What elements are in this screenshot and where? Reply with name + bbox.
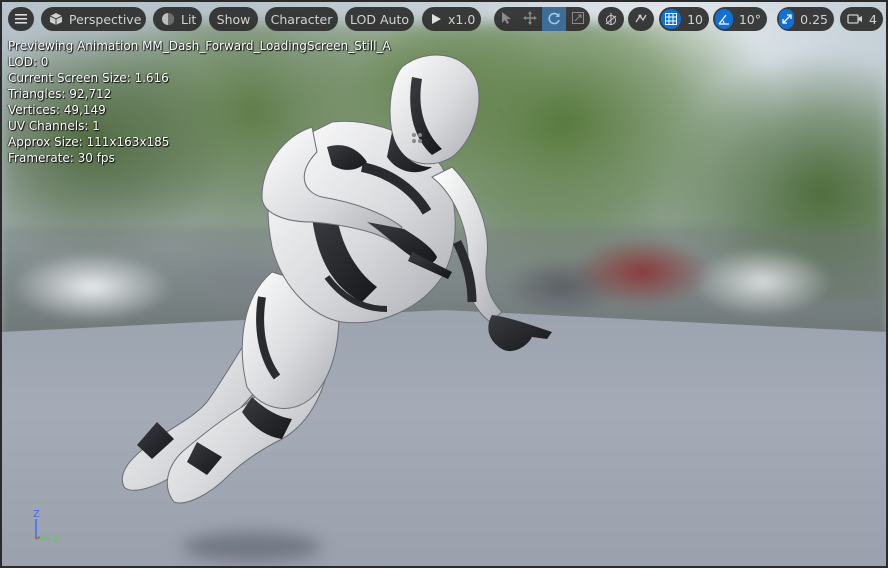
- scale-snap-value: 0.25: [800, 11, 828, 27]
- play-speed-label: x1.0: [448, 11, 476, 27]
- lod-stat: LOD: 0: [8, 55, 49, 69]
- previewing-animation-text: Previewing Animation MM_Dash_Forward_Loa…: [8, 39, 391, 53]
- uv-channels-stat: UV Channels: 1: [8, 119, 100, 133]
- lod-button[interactable]: LOD Auto: [345, 7, 414, 31]
- scale-mode-button[interactable]: [566, 7, 590, 31]
- z-axis-label: Z: [33, 509, 40, 520]
- show-button[interactable]: Show: [209, 7, 258, 31]
- vertices-stat: Vertices: 49,149: [8, 103, 106, 117]
- screen-size-stat: Current Screen Size: 1.616: [8, 71, 169, 85]
- playback-speed-button[interactable]: x1.0: [422, 7, 481, 31]
- rotate-mode-button[interactable]: [542, 7, 566, 31]
- rotation-snap-control[interactable]: 10°: [713, 7, 767, 31]
- character-label: Character: [270, 11, 333, 27]
- select-arrow-icon: [500, 10, 512, 29]
- x-axis-label: X: [53, 534, 60, 545]
- hamburger-icon: [13, 11, 29, 27]
- animation-viewport[interactable]: Perspective Lit Show Character LOD Auto …: [0, 0, 888, 568]
- viewport-stats-overlay: Previewing Animation MM_Dash_Forward_Loa…: [8, 38, 391, 166]
- scale-snap-icon[interactable]: [779, 9, 795, 29]
- play-icon: [430, 11, 442, 27]
- lit-sphere-icon: [161, 11, 175, 27]
- rotate-icon: [547, 10, 561, 29]
- perspective-label: Perspective: [69, 11, 142, 27]
- character-shadow: [182, 532, 322, 562]
- surface-snap-button[interactable]: [628, 7, 654, 31]
- translate-mode-button[interactable]: [518, 7, 542, 31]
- move-arrows-icon: [523, 10, 537, 29]
- transform-mode-group: [494, 7, 590, 31]
- grid-snap-control[interactable]: 10: [659, 7, 709, 31]
- grid-snap-icon[interactable]: [661, 9, 682, 29]
- perspective-button[interactable]: Perspective: [41, 7, 146, 31]
- camera-icon: [847, 11, 863, 27]
- scale-icon: [571, 10, 585, 29]
- camera-speed-button[interactable]: 4: [840, 7, 883, 31]
- grid-snap-value: 10: [687, 11, 703, 27]
- lod-label: LOD Auto: [350, 11, 409, 27]
- rotation-snap-value: 10°: [738, 11, 761, 27]
- select-mode-button[interactable]: [494, 7, 518, 31]
- framerate-stat: Framerate: 30 fps: [8, 151, 115, 165]
- lit-button[interactable]: Lit: [153, 7, 202, 31]
- show-label: Show: [216, 11, 251, 27]
- character-button[interactable]: Character: [265, 7, 338, 31]
- viewport-menu-button[interactable]: [8, 7, 34, 31]
- cube-icon: [49, 11, 63, 27]
- coordinate-space-button[interactable]: [598, 7, 624, 31]
- scale-snap-control[interactable]: 0.25: [777, 7, 834, 31]
- world-axes-icon: [603, 11, 619, 27]
- axis-gizmo: Z X: [33, 509, 60, 545]
- triangles-stat: Triangles: 92,712: [8, 87, 112, 101]
- camera-speed-value: 4: [869, 11, 877, 27]
- angle-snap-icon[interactable]: [715, 9, 733, 29]
- surface-snap-icon: [633, 11, 649, 27]
- lit-label: Lit: [181, 11, 197, 27]
- approx-size-stat: Approx Size: 111x163x185: [8, 135, 170, 149]
